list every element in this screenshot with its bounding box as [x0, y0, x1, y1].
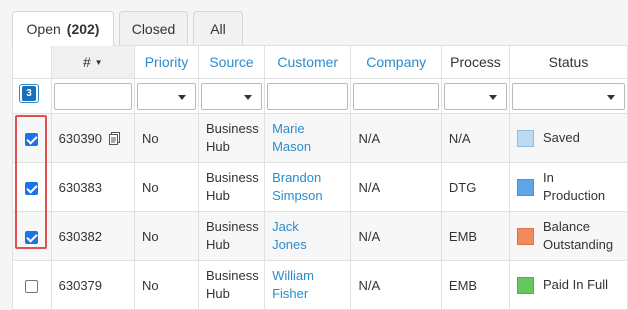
tab-open[interactable]: Open (202): [12, 11, 114, 46]
row-select-checkbox[interactable]: [25, 132, 39, 146]
company-filter-input[interactable]: [353, 82, 439, 110]
order-number: 630383: [50, 162, 135, 212]
source-cell: Business Hub: [197, 162, 266, 212]
selected-count-value: 3: [22, 86, 36, 101]
customer-first-name: Jack: [272, 219, 299, 234]
customer-last-name: Fisher: [272, 286, 309, 301]
source-line: Business: [206, 170, 259, 185]
process-cell: DTG: [440, 162, 511, 212]
source-line: Hub: [206, 188, 230, 203]
order-number: 630382: [50, 211, 135, 261]
source-cell: Business Hub: [197, 211, 266, 261]
order-tabs: Open (202) Closed All: [0, 0, 628, 46]
row-select-checkbox[interactable]: [25, 279, 39, 293]
select-column-header: [12, 45, 52, 79]
status-cell: In Production: [509, 162, 628, 212]
customer-last-name: Mason: [272, 139, 312, 154]
status-cell: Balance Outstanding: [509, 211, 628, 261]
order-number: 630390: [58, 130, 103, 146]
customer-filter-input[interactable]: [267, 82, 349, 110]
tab-closed[interactable]: Closed: [119, 11, 188, 45]
customer-link[interactable]: Marie Mason: [264, 113, 352, 163]
company-cell: N/A: [350, 211, 442, 261]
header-row: # ▼ Priority Source Customer Company Pro…: [12, 45, 628, 79]
status-label: Saved: [543, 130, 580, 145]
source-cell: Business Hub: [197, 113, 266, 163]
customer-last-name: Simpson: [272, 188, 323, 203]
status-label: Outstanding: [543, 237, 614, 252]
customer-last-name: Jones: [272, 237, 307, 252]
process-cell: EMB: [440, 260, 511, 310]
priority-cell: No: [133, 260, 200, 310]
process-cell: N/A: [440, 113, 511, 163]
company-cell: N/A: [350, 260, 442, 310]
tab-open-label: Open: [26, 21, 61, 37]
process-filter-select[interactable]: [443, 82, 508, 110]
number-filter-input[interactable]: [53, 82, 132, 110]
source-filter-select[interactable]: [201, 82, 263, 110]
table-row[interactable]: 630390 No Business Hub Marie Mason N/A N/A…: [12, 113, 628, 163]
tab-all[interactable]: All: [193, 11, 243, 45]
source-cell: Business Hub: [197, 260, 266, 310]
customer-link[interactable]: Jack Jones: [264, 211, 352, 261]
customer-first-name: William: [272, 268, 314, 283]
status-cell: Saved: [509, 113, 628, 163]
tab-open-count: (202): [66, 21, 100, 37]
status-swatch: [517, 129, 535, 147]
status-label: Balance: [543, 219, 590, 234]
column-header-company[interactable]: Company: [350, 45, 442, 79]
column-header-number[interactable]: # ▼: [50, 45, 135, 79]
source-line: Hub: [206, 286, 230, 301]
company-cell: N/A: [350, 162, 442, 212]
row-select-checkbox[interactable]: [25, 181, 39, 195]
column-header-priority[interactable]: Priority: [133, 45, 200, 79]
column-header-customer[interactable]: Customer: [264, 45, 352, 79]
source-line: Hub: [206, 139, 230, 154]
tab-all-label: All: [210, 20, 226, 37]
sort-caret-icon: ▼: [94, 58, 103, 67]
source-line: Business: [206, 268, 259, 283]
status-swatch: [517, 276, 535, 294]
status-label: Paid In Full: [543, 277, 609, 292]
source-line: Hub: [206, 237, 230, 252]
company-cell: N/A: [350, 113, 442, 163]
priority-cell: No: [133, 211, 200, 261]
order-number: 630379: [50, 260, 135, 310]
status-swatch: [517, 178, 535, 196]
document-icon[interactable]: [108, 131, 120, 145]
status-cell: Paid In Full: [509, 260, 628, 310]
source-line: Business: [206, 121, 259, 136]
customer-first-name: Marie: [272, 121, 305, 136]
row-select-checkbox[interactable]: [25, 230, 39, 244]
table-row[interactable]: 630382 No Business Hub Jack Jones N/A EMB …: [12, 211, 628, 261]
source-line: Business: [206, 219, 259, 234]
tab-closed-label: Closed: [131, 20, 176, 37]
customer-link[interactable]: William Fisher: [264, 260, 352, 310]
filter-row: 3: [12, 78, 628, 114]
status-filter-select[interactable]: [512, 82, 625, 110]
number-header-label: #: [82, 54, 91, 70]
table-row[interactable]: 630379 No Business Hub William Fisher N/A …: [12, 260, 628, 310]
priority-cell: No: [133, 162, 200, 212]
process-cell: EMB: [440, 211, 511, 261]
status-label: Production: [543, 188, 606, 203]
column-header-process: Process: [440, 45, 511, 79]
status-label: In: [543, 170, 554, 185]
priority-filter-select[interactable]: [136, 82, 196, 110]
selected-count-cell: 3: [12, 78, 52, 114]
column-header-status: Status: [509, 45, 628, 79]
customer-link[interactable]: Brandon Simpson: [264, 162, 352, 212]
priority-cell: No: [133, 113, 200, 163]
selected-count-badge[interactable]: 3: [19, 84, 39, 103]
column-header-source[interactable]: Source: [197, 45, 266, 79]
customer-first-name: Brandon: [272, 170, 322, 185]
status-swatch: [517, 227, 535, 245]
orders-table: # ▼ Priority Source Customer Company Pro…: [12, 45, 628, 310]
table-row[interactable]: 630383 No Business Hub Brandon Simpson N/A…: [12, 162, 628, 212]
